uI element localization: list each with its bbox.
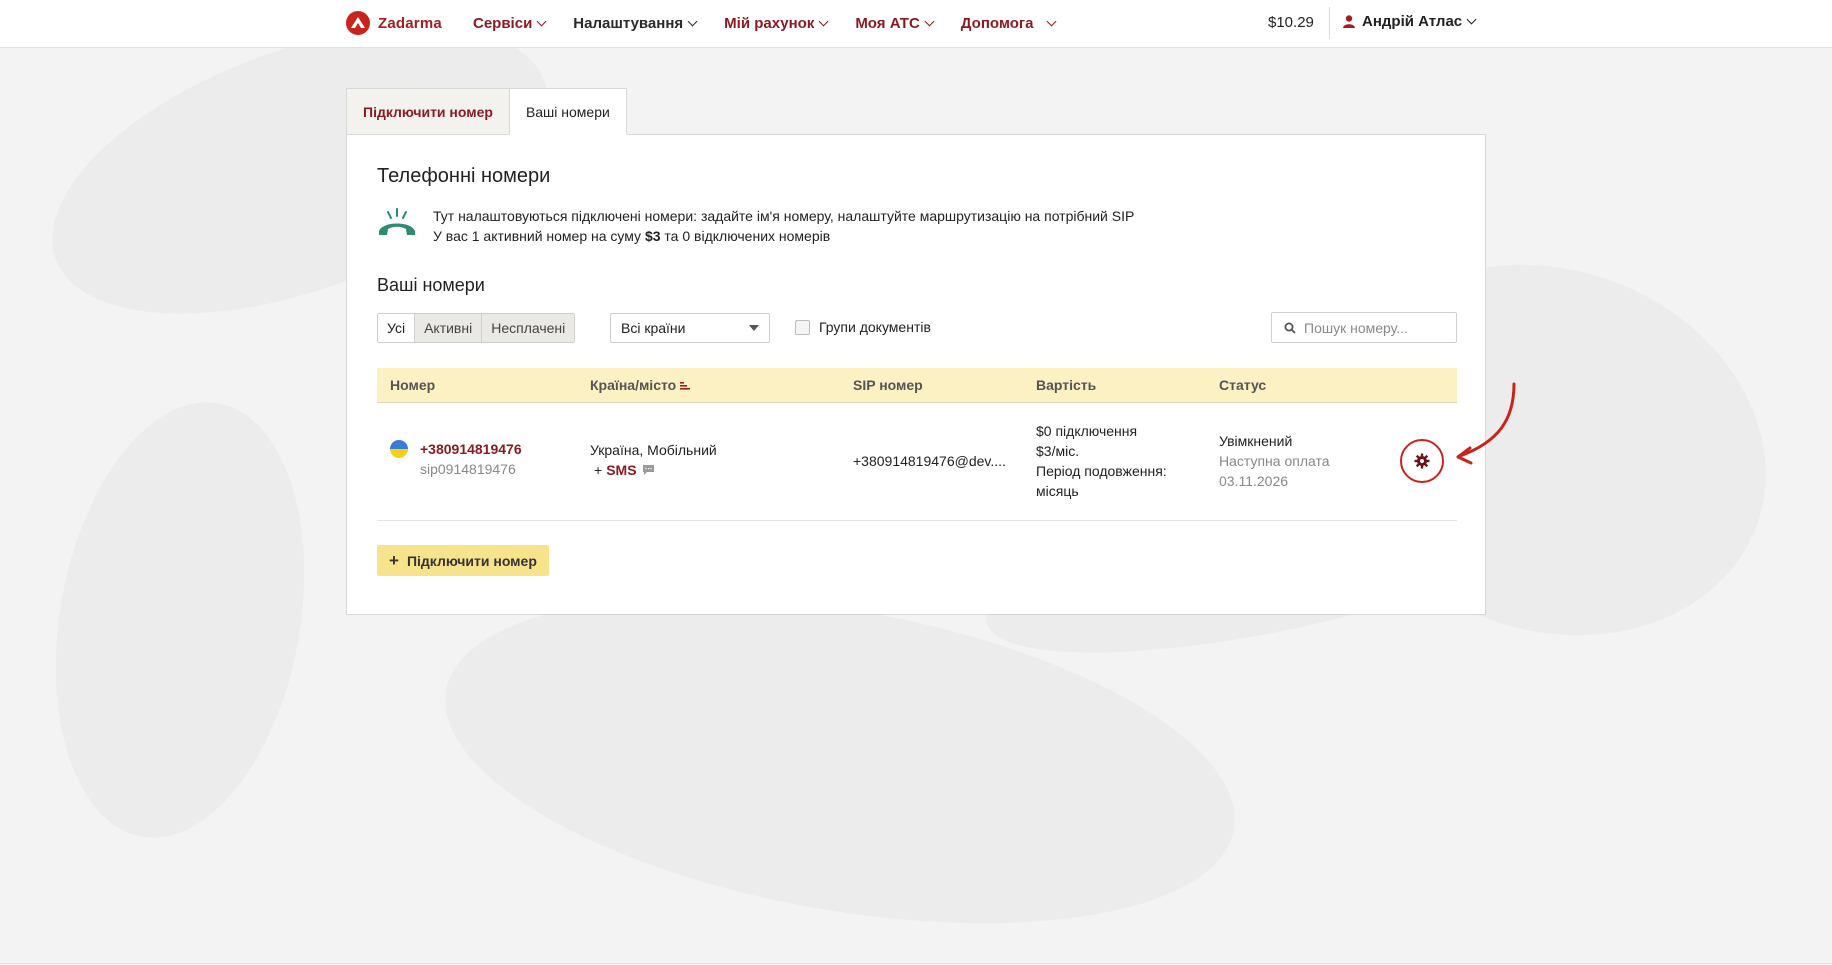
sms-option: + SMS [594,460,717,480]
nav-item-my-account[interactable]: Мій рахунок [724,14,829,32]
chevron-down-icon [1466,14,1477,25]
page-title: Телефонні номери [377,165,551,187]
brand-logo[interactable]: Zadarma [346,11,442,35]
arrow-annotation-icon [1456,382,1516,465]
cost-cell: $0 підключення $3/міс. Період подовження… [1036,421,1167,501]
main-nav: Сервіси Налаштування Мій рахунок Моя АТС… [473,0,1083,46]
renewal-period-value: місяць [1036,483,1079,499]
nav-item-label: Сервіси [473,14,533,32]
search-icon [1284,322,1296,334]
chat-icon [642,465,654,475]
table-header: Номер Країна/місто SIP номер Вартість Ст… [377,368,1457,403]
status-value: Увімкнений [1219,433,1293,449]
description-suffix: та 0 відключених номерів [660,228,831,244]
column-header-country-city[interactable]: Країна/місто [590,377,691,393]
section-title: Ваші номери [377,275,485,295]
description-amount: $3 [644,228,661,244]
chevron-down-icon [1046,16,1056,26]
chevron-down-icon [687,16,698,26]
nav-item-services[interactable]: Сервіси [473,14,547,32]
cost-monthly: $3/міс. [1036,443,1080,459]
zadarma-logo-icon [346,11,370,35]
cost-connection: $0 підключення [1036,423,1138,439]
nav-item-label: Налаштування [573,14,684,32]
chevron-down-icon [818,16,829,26]
phone-ringing-icon [379,208,415,235]
footer-divider [0,963,1832,964]
tab-connect-number[interactable]: Підключити номер [346,88,509,135]
search-input[interactable] [1304,319,1444,336]
filter-active-button[interactable]: Активні [415,314,483,342]
country-select-value: Всі країни [621,320,686,336]
numbers-description: Тут налаштовуються підключені номери: за… [433,206,1134,246]
next-payment-label: Наступна оплата [1219,453,1330,469]
ukraine-flag-icon [390,440,408,458]
sip-login: sip0914819476 [420,461,516,477]
user-menu[interactable]: Андрій Атлас [1343,13,1477,30]
account-balance[interactable]: $10.29 [1268,14,1314,31]
status-cell: Увімкнений Наступна оплата 03.11.2026 [1219,431,1330,491]
brand-name: Zadarma [378,14,442,32]
number-tabs: Підключити номер Ваші номери [346,88,627,135]
number-search [1271,312,1457,343]
top-navigation-bar: Zadarma Сервіси Налаштування Мій рахунок… [0,0,1832,48]
tab-your-numbers[interactable]: Ваші номери [508,88,627,135]
sms-prefix: + [594,462,603,478]
number-settings-button[interactable] [1400,439,1444,483]
group-documents-label: Групи документів [819,319,931,335]
column-header-sip[interactable]: SIP номер [853,377,923,393]
sort-icon [680,381,691,390]
description-prefix: У вас 1 активний номер на суму [433,228,645,244]
add-number-button[interactable]: + Підключити номер [377,545,549,576]
divider [1329,7,1330,39]
description-line-1: Тут налаштовуються підключені номери: за… [433,208,1135,224]
group-documents-option: Групи документів [795,319,931,335]
column-header-label: Країна/місто [590,377,677,393]
column-header-status[interactable]: Статус [1219,377,1266,393]
caret-down-icon [749,325,759,331]
plus-icon: + [389,550,399,570]
country-city-value: Україна, Мобільний [590,442,717,458]
renewal-period-label: Період подовження: [1036,463,1167,479]
column-header-number[interactable]: Номер [390,377,435,393]
add-number-label: Підключити номер [406,552,537,569]
phone-number-link[interactable]: +380914819476 [420,441,522,457]
nav-item-help[interactable]: Допомога [960,14,1056,32]
nav-item-my-pbx[interactable]: Моя АТС [855,14,935,32]
country-select[interactable]: Всі країни [610,313,770,343]
filter-unpaid-button[interactable]: Несплачені [482,314,575,342]
column-header-cost[interactable]: Вартість [1036,377,1096,393]
table-row: +380914819476 sip0914819476 Україна, Моб… [377,403,1457,521]
nav-item-label: Моя АТС [855,14,920,32]
nav-item-label: Допомога [960,14,1034,32]
chevron-down-icon [536,16,547,26]
status-filter: Усі Активні Несплачені [377,313,576,343]
country-city-cell: Україна, Мобільний + SMS [590,440,717,480]
next-payment-date: 03.11.2026 [1219,473,1289,489]
group-documents-checkbox[interactable] [795,319,810,335]
filter-all-button[interactable]: Усі [378,314,416,342]
user-name: Андрій Атлас [1362,13,1463,30]
nav-item-settings[interactable]: Налаштування [573,14,698,32]
description-line-2: У вас 1 активний номер на суму $3 та 0 в… [433,226,1134,246]
gear-icon [1414,453,1430,469]
nav-item-label: Мій рахунок [724,14,815,32]
user-icon [1343,15,1355,28]
numbers-panel: Телефонні номери Тут налаштовуються підк… [346,134,1486,615]
chevron-down-icon [924,16,935,26]
sip-number-cell: +380914819476@dev.... [853,453,1006,469]
sms-link[interactable]: SMS [606,460,636,480]
